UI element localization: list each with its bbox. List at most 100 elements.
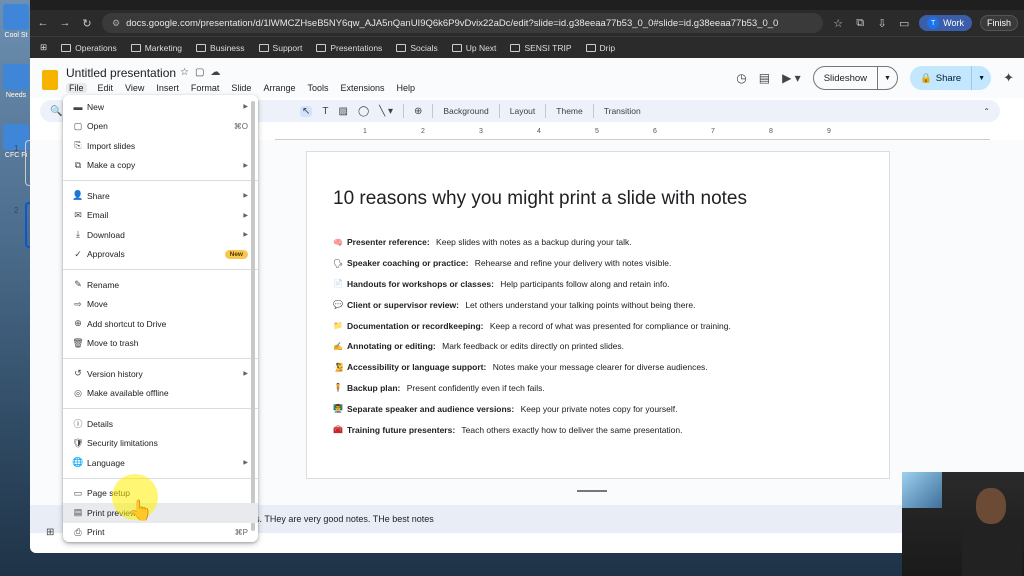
writing-hand-icon: ✍ [333,341,343,351]
menu-item-make-a-copy[interactable]: ⧉ Make a copy ▶ [63,156,258,176]
toolbar-background-button[interactable]: Background [443,106,488,116]
share-button[interactable]: 🔒 Share ▼ [909,66,992,90]
extensions-icon[interactable]: ⧉ [853,17,867,30]
menu-tools[interactable]: Tools [306,83,329,93]
menu-item-add-shortcut-to-drive[interactable]: ⊕ Add shortcut to Drive [63,314,258,334]
forward-icon[interactable]: → [58,17,72,29]
grid-view-icon[interactable]: ⊞ [46,527,54,538]
toolbar-transition-button[interactable]: Transition [604,106,641,116]
select-tool-icon[interactable]: ↖ [300,105,313,117]
menu-item-email[interactable]: ✉ Email ▶ [63,206,258,226]
menu-view[interactable]: View [124,83,145,93]
line-icon[interactable]: ╲ ▾ [379,106,393,117]
menu-item-move-to-trash[interactable]: 🗑 Move to trash [63,334,258,354]
bullet-text: Let others understand your talking point… [462,299,696,310]
document-title[interactable]: Untitled presentation [66,66,176,80]
menu-item-print-preview[interactable]: ▤ Print preview [63,503,258,523]
desktop-icon[interactable]: Needs [2,64,30,99]
bullet-heading: Separate speaker and audience versions: [347,403,515,414]
bookmark-item[interactable]: Marketing [130,43,182,53]
menu-arrange[interactable]: Arrange [262,83,296,93]
menu-item-security-limitations[interactable]: 🛡 Security limitations [63,434,258,454]
star-icon[interactable]: ☆ [180,67,189,78]
menu-shortcut: ⌘P [234,527,248,537]
chevron-down-icon[interactable]: ▼ [972,75,991,82]
bookmark-item[interactable]: SENSI TRIP [510,43,572,53]
image-icon[interactable]: ▨ [339,106,348,117]
menu-insert[interactable]: Insert [155,83,180,93]
shape-icon[interactable]: ◯ [358,106,369,117]
bookmark-item[interactable]: Drip [585,43,615,53]
address-bar[interactable]: ⚙ docs.google.com/presentation/d/1lWMCZH… [102,13,824,33]
presenter-body [962,522,1022,576]
toolbar-layout-button[interactable]: Layout [510,106,536,116]
comments-icon[interactable]: ▤ [759,71,770,85]
person-icon: 🧏 [333,362,343,372]
bookmark-item[interactable]: Support [258,43,302,53]
profile-button[interactable]: T Work [919,15,972,31]
menu-item-rename[interactable]: ✎ Rename [63,275,258,295]
bookmark-item[interactable]: Business [196,43,245,53]
reload-icon[interactable]: ↻ [80,17,94,30]
bullet-heading: Annotating or editing: [347,341,436,352]
menu-item-language[interactable]: 🌐 Language ▶ [63,453,258,473]
notes-resize-handle[interactable] [577,490,607,492]
bookmark-label: Business [210,42,245,53]
chevron-down-icon[interactable]: ▼ [878,75,897,82]
move-folder-icon[interactable]: ▢ [195,67,204,78]
slideshow-button[interactable]: Slideshow ▼ [812,66,898,90]
slides-logo-icon[interactable] [42,70,58,90]
slide[interactable]: 10 reasons why you might print a slide w… [306,151,890,479]
history-icon[interactable]: ◷ [736,71,746,85]
menu-item-details[interactable]: ⓘ Details [63,414,258,434]
slideshow-label[interactable]: Slideshow [814,67,879,89]
downloads-icon[interactable]: ⇩ [875,17,889,30]
menu-slide[interactable]: Slide [230,83,252,93]
menu-divider [63,358,258,359]
cloud-status-icon[interactable]: ☁ [210,67,220,78]
profile-label: Work [943,18,964,28]
menu-format[interactable]: Format [190,83,221,93]
menu-item-version-history[interactable]: ↺ Version history ▶ [63,364,258,384]
gemini-icon[interactable]: ✦ [1003,70,1014,86]
finish-update-button[interactable]: Finish [979,15,1018,31]
menu-item-make-available-offline[interactable]: ◎ Make available offline [63,384,258,404]
bullet-item: 👨‍🏫 Separate speaker and audience version… [333,398,731,419]
bookmark-item[interactable]: Socials [396,43,438,53]
menu-item-new[interactable]: ▬ New ▶ [63,97,258,117]
menu-item-import-slides[interactable]: ⎘ Import slides [63,136,258,156]
slides-icon: ▬ [73,101,83,112]
menu-file[interactable]: File [66,83,87,93]
menu-help[interactable]: Help [396,83,417,93]
bookmark-item[interactable]: Presentations [316,43,382,53]
menu-edit[interactable]: Edit [97,83,115,93]
slide-title[interactable]: 10 reasons why you might print a slide w… [333,188,747,210]
menu-item-share[interactable]: 👤 Share ▶ [63,186,258,206]
collapse-toolbar-icon[interactable]: ⌃ [983,107,990,116]
sidebar-icon[interactable]: ▭ [897,17,911,30]
menu-item-page-setup[interactable]: ▭ Page setup [63,484,258,504]
apps-grid-icon[interactable]: ⊞ [40,42,47,53]
site-info-icon[interactable]: ⚙ [112,18,120,29]
bullet-list[interactable]: 🧠 Presenter reference: Keep slides with n… [333,232,731,440]
menu-item-print[interactable]: ⎙ Print ⌘P [63,523,258,543]
bookmark-item[interactable]: Operations [61,43,117,53]
search-menus-icon[interactable]: 🔍 [50,106,62,117]
menu-item-approvals[interactable]: ✓ Approvals New [63,245,258,265]
menu-extensions[interactable]: Extensions [339,83,385,93]
back-icon[interactable]: ← [36,17,50,29]
textbox-icon[interactable]: T [322,106,328,117]
new-badge: New [224,249,248,259]
bookmark-item[interactable]: Up Next [451,43,496,53]
menu-item-download[interactable]: ⤓ Download ▶ [63,225,258,245]
bullet-text: Help participants follow along and retai… [497,278,670,289]
ruler-tick-label: 8 [769,128,773,135]
menu-item-label: Make available offline [87,388,169,399]
menu-item-open[interactable]: ▢ Open ⌘O [63,117,258,137]
desktop-icon[interactable]: Cool St [2,4,30,39]
meet-icon[interactable]: ▶ ▾ [782,71,801,85]
star-icon[interactable]: ☆ [831,17,845,30]
toolbar-theme-button[interactable]: Theme [556,106,582,116]
comment-add-icon[interactable]: ⊕ [414,106,422,117]
menu-item-move[interactable]: ⇨ Move [63,295,258,315]
